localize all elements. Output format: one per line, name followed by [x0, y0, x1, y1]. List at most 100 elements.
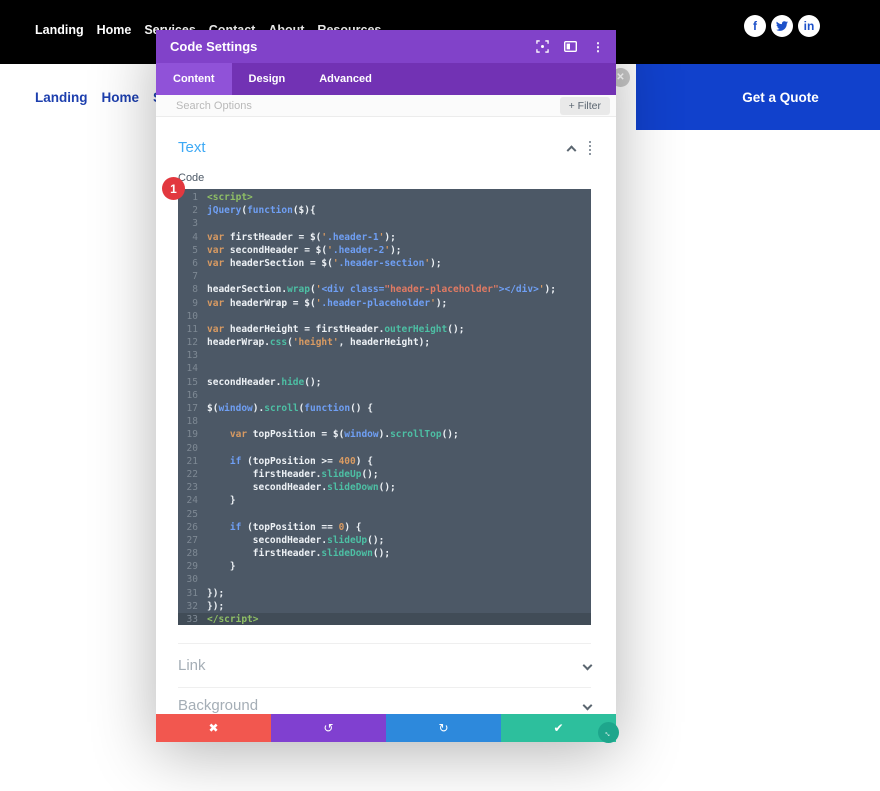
line-number: 25 [178, 508, 198, 521]
code-line: 6var headerSection = $('.header-section'… [178, 257, 591, 270]
line-number: 19 [178, 428, 198, 441]
code-line: 11var headerHeight = firstHeader.outerHe… [178, 323, 591, 336]
text-section-title: Text [178, 139, 568, 156]
secondary-nav-item[interactable]: Landing [35, 90, 88, 105]
line-number: 2 [178, 204, 198, 217]
line-number: 5 [178, 244, 198, 257]
code-line: 30 [178, 573, 591, 586]
modal-tabs: ContentDesignAdvanced [156, 63, 616, 95]
line-number: 12 [178, 336, 198, 349]
line-number: 18 [178, 415, 198, 428]
code-line: 33</script> [178, 613, 591, 625]
tab-content[interactable]: Content [156, 63, 232, 95]
code-line: 26 if (topPosition == 0) { [178, 521, 591, 534]
line-number: 27 [178, 534, 198, 547]
linkedin-icon[interactable]: in [798, 15, 820, 37]
filter-button[interactable]: + Filter [560, 97, 610, 115]
line-number: 28 [178, 547, 198, 560]
code-line: 20 [178, 442, 591, 455]
line-number: 26 [178, 521, 198, 534]
line-number: 7 [178, 270, 198, 283]
code-line: 13 [178, 349, 591, 362]
line-number: 15 [178, 376, 198, 389]
line-number: 22 [178, 468, 198, 481]
focus-expand-icon[interactable] [536, 40, 549, 53]
line-number: 14 [178, 362, 198, 375]
redo-button[interactable]: ↻ [386, 714, 501, 742]
resize-handle[interactable]: ↔ [598, 722, 619, 743]
modal-header[interactable]: Code Settings ⋮ [156, 30, 616, 63]
code-line: 14 [178, 362, 591, 375]
secondary-nav-item[interactable]: Home [102, 90, 140, 105]
line-number: 10 [178, 310, 198, 323]
code-line: 7 [178, 270, 591, 283]
code-line: 2jQuery(function($){ [178, 204, 591, 217]
line-number: 31 [178, 587, 198, 600]
code-line: 31}); [178, 587, 591, 600]
code-editor[interactable]: 1<script>2jQuery(function($){34var first… [178, 189, 591, 625]
line-number: 6 [178, 257, 198, 270]
code-line: 16 [178, 389, 591, 402]
line-number: 33 [178, 613, 198, 625]
chevron-down-icon[interactable] [583, 701, 593, 711]
search-row: + Filter [156, 95, 616, 117]
notification-badge: 1 [162, 177, 185, 200]
chevron-up-icon[interactable] [567, 145, 577, 155]
code-line: 3 [178, 217, 591, 230]
more-options-icon[interactable]: ⋮ [592, 41, 604, 53]
section-options-icon[interactable] [589, 141, 591, 155]
code-line: 18 [178, 415, 591, 428]
line-number: 30 [178, 573, 198, 586]
link-section-header[interactable]: Link [178, 643, 591, 687]
resize-icon: ↔ [602, 726, 615, 739]
line-number: 3 [178, 217, 198, 230]
text-section-header[interactable]: Text [178, 139, 591, 156]
line-number: 20 [178, 442, 198, 455]
code-line: 25 [178, 508, 591, 521]
facebook-icon[interactable]: f [744, 15, 766, 37]
modal-title: Code Settings [170, 39, 536, 54]
cancel-button[interactable]: ✖ [156, 714, 271, 742]
search-options-input[interactable] [156, 95, 616, 116]
line-number: 29 [178, 560, 198, 573]
tab-advanced[interactable]: Advanced [302, 63, 389, 95]
line-number: 23 [178, 481, 198, 494]
line-number: 24 [178, 494, 198, 507]
code-line: 19 var topPosition = $(window).scrollTop… [178, 428, 591, 441]
code-line: 10 [178, 310, 591, 323]
chevron-down-icon[interactable] [583, 661, 593, 671]
line-number: 21 [178, 455, 198, 468]
twitter-icon[interactable] [771, 15, 793, 37]
line-number: 8 [178, 283, 198, 296]
top-nav-item[interactable]: Landing [35, 16, 84, 44]
code-line: 28 firstHeader.slideDown(); [178, 547, 591, 560]
background-section-title: Background [178, 697, 258, 714]
code-line: 12headerWrap.css('height', headerHeight)… [178, 336, 591, 349]
code-settings-modal: Code Settings ⋮ ContentDesignAdvanced + … [156, 30, 616, 742]
line-number: 17 [178, 402, 198, 415]
line-number: 32 [178, 600, 198, 613]
code-line: 1<script> [178, 191, 591, 204]
line-number: 16 [178, 389, 198, 402]
get-a-quote-label: Get a Quote [742, 90, 819, 105]
top-nav-item[interactable]: Home [97, 16, 132, 44]
close-icon: ✕ [616, 72, 624, 83]
modal-footer: ✖↺↻✔ [156, 714, 616, 742]
line-number: 11 [178, 323, 198, 336]
code-line: 8headerSection.wrap('<div class="header-… [178, 283, 591, 296]
line-number: 13 [178, 349, 198, 362]
undo-button[interactable]: ↺ [271, 714, 386, 742]
code-line: 15secondHeader.hide(); [178, 376, 591, 389]
code-line: 23 secondHeader.slideDown(); [178, 481, 591, 494]
code-line: 21 if (topPosition >= 400) { [178, 455, 591, 468]
code-field-label: Code [178, 172, 616, 184]
code-line: 17$(window).scroll(function() { [178, 402, 591, 415]
split-view-icon[interactable] [564, 41, 577, 52]
code-line: 9var headerWrap = $('.header-placeholder… [178, 297, 591, 310]
social-links: f in [744, 15, 820, 37]
code-line: 32}); [178, 600, 591, 613]
line-number: 9 [178, 297, 198, 310]
code-line: 27 secondHeader.slideUp(); [178, 534, 591, 547]
tab-design[interactable]: Design [232, 63, 303, 95]
get-a-quote-button[interactable]: Get a Quote [636, 64, 880, 130]
